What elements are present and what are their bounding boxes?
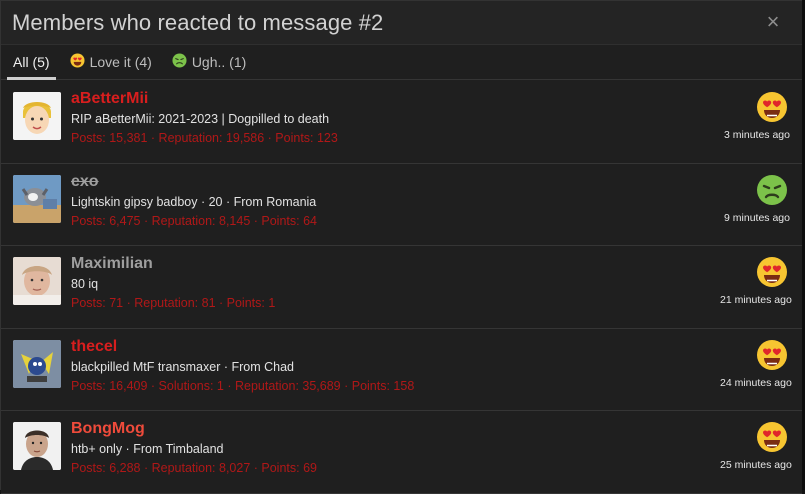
avatar[interactable]: [13, 422, 61, 470]
reaction-info: 25 minutes ago: [720, 421, 792, 471]
avatar[interactable]: [13, 257, 61, 305]
member-stats: Posts: 16,409 · Solutions: 1 · Reputatio…: [71, 378, 415, 393]
member-info: thecel blackpilled MtF transmaxer · From…: [71, 338, 414, 393]
reaction-time[interactable]: 9 minutes ago: [720, 212, 790, 224]
tab-label: Love it (4): [89, 54, 152, 70]
reaction-tabs: All (5) Love it (4) Ugh.. (1): [1, 45, 802, 80]
reaction-info: 21 minutes ago: [720, 256, 792, 306]
avatar[interactable]: [13, 174, 61, 223]
tab-ugh[interactable]: Ugh.. (1): [164, 45, 254, 79]
member-stats: Posts: 71 · Reputation: 81 · Points: 1: [71, 296, 276, 310]
reaction-time[interactable]: 24 minutes ago: [720, 377, 792, 389]
member-info: Maximilian 80 iq Posts: 71 · Reputation:…: [71, 255, 275, 310]
love-emoji-icon: [756, 339, 788, 371]
member-info: BongMog htb+ only · From Timbaland Posts…: [71, 420, 317, 475]
list-item: Maximilian 80 iq Posts: 71 · Reputation:…: [1, 246, 802, 329]
list-item: BongMog htb+ only · From Timbaland Posts…: [1, 411, 802, 494]
reaction-time[interactable]: 3 minutes ago: [720, 129, 790, 141]
list-item: thecel blackpilled MtF transmaxer · From…: [1, 328, 802, 411]
username-link[interactable]: aBetterMii: [71, 90, 148, 108]
overlay-title: Members who reacted to message #2: [12, 9, 384, 35]
avatar[interactable]: [13, 339, 61, 388]
love-emoji-icon: [70, 53, 85, 71]
close-icon[interactable]: ×: [762, 10, 784, 34]
member-signature: htb+ only · From Timbaland: [71, 442, 224, 456]
member-signature: blackpilled MtF transmaxer · From Chad: [71, 359, 294, 374]
username-link[interactable]: thecel: [71, 338, 117, 356]
list-item: exo Lightskin gipsy badboy · 20 · From R…: [1, 163, 802, 246]
username-link[interactable]: BongMog: [71, 420, 145, 438]
reaction-time[interactable]: 21 minutes ago: [720, 294, 792, 306]
member-stats: Posts: 6,288 · Reputation: 8,027 · Point…: [71, 461, 317, 475]
tab-love-it[interactable]: Love it (4): [62, 45, 160, 79]
love-emoji-icon: [756, 421, 788, 453]
reactions-overlay: Members who reacted to message #2 × All …: [0, 0, 803, 494]
member-info: aBetterMii RIP aBetterMii: 2021-2023 | D…: [71, 90, 338, 145]
members-list: aBetterMii RIP aBetterMii: 2021-2023 | D…: [1, 81, 802, 494]
tab-all[interactable]: All (5): [5, 45, 58, 80]
member-stats: Posts: 15,381 · Reputation: 19,586 · Poi…: [71, 131, 338, 145]
member-info: exo Lightskin gipsy badboy · 20 · From R…: [71, 173, 317, 228]
love-emoji-icon: [756, 256, 788, 288]
reaction-info: 24 minutes ago: [720, 339, 792, 389]
reaction-info: 9 minutes ago: [720, 174, 790, 224]
username-link[interactable]: exo: [71, 173, 99, 191]
reaction-info: 3 minutes ago: [720, 91, 790, 141]
avatar[interactable]: [13, 92, 61, 140]
sick-emoji-icon: [172, 53, 187, 71]
list-item: aBetterMii RIP aBetterMii: 2021-2023 | D…: [1, 81, 802, 164]
reaction-time[interactable]: 25 minutes ago: [720, 459, 792, 471]
member-signature: RIP aBetterMii: 2021-2023 | Dogpilled to…: [71, 112, 330, 126]
member-signature: Lightskin gipsy badboy · 20 · From Roman…: [71, 194, 317, 209]
tab-label: Ugh.. (1): [191, 54, 247, 70]
overlay-header: Members who reacted to message #2 ×: [1, 1, 802, 45]
member-signature: 80 iq: [71, 277, 99, 291]
tab-label: All (5): [13, 54, 50, 70]
love-emoji-icon: [756, 91, 788, 123]
sick-emoji-icon: [756, 174, 788, 206]
member-stats: Posts: 6,475 · Reputation: 8,145 · Point…: [71, 213, 317, 228]
username-link[interactable]: Maximilian: [71, 255, 153, 273]
